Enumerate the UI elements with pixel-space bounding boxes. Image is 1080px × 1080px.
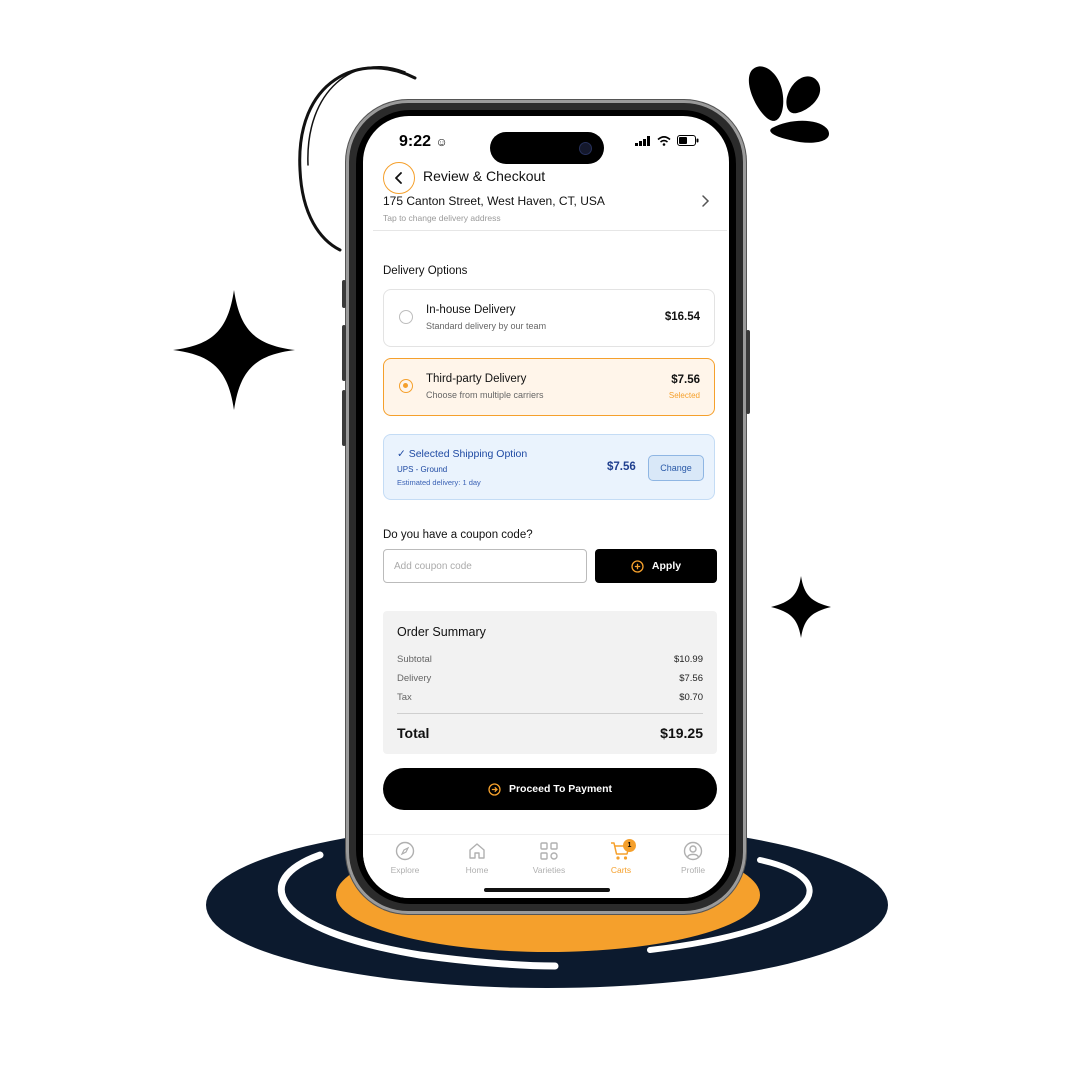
divider <box>397 713 703 714</box>
radio-button[interactable] <box>399 379 413 393</box>
proceed-to-payment-button[interactable]: Proceed To Payment <box>383 768 717 810</box>
total-label: Total <box>397 725 430 741</box>
coupon-input[interactable] <box>383 549 587 583</box>
row-value: $10.99 <box>673 654 703 665</box>
option-title: Third-party Delivery <box>426 373 527 385</box>
order-summary: Order Summary Subtotal $10.99 Delivery $… <box>383 611 717 754</box>
cart-badge: 1 <box>623 839 636 852</box>
chevron-left-icon <box>395 172 402 184</box>
delivery-address[interactable]: 175 Canton Street, West Haven, CT, USA <box>383 194 605 208</box>
radio-button[interactable] <box>399 310 413 324</box>
page-title: Review & Checkout <box>423 168 546 184</box>
side-button <box>342 325 346 381</box>
summary-title: Order Summary <box>397 625 486 639</box>
tab-varieties[interactable]: Varieties <box>519 841 579 875</box>
tab-home[interactable]: Home <box>447 841 507 875</box>
apply-label: Apply <box>651 560 682 572</box>
delivery-options-label: Delivery Options <box>383 265 468 277</box>
row-label: Subtotal <box>397 654 432 665</box>
plus-circle-icon <box>631 559 644 573</box>
selected-shipping-card: ✓ Selected Shipping Option UPS - Ground … <box>383 434 715 500</box>
option-price: $16.54 <box>664 311 700 323</box>
row-label: Delivery <box>397 673 432 684</box>
splash-icon <box>786 76 821 114</box>
tab-profile[interactable]: Profile <box>663 841 723 875</box>
cta-label: Proceed To Payment <box>508 783 613 795</box>
sparkle-icon <box>771 576 831 638</box>
phone-frame: 9:22 ☺ Review & Checkout 175 Canton Stre… <box>342 100 750 914</box>
total-value: $19.25 <box>660 725 703 741</box>
divider <box>373 230 727 231</box>
wifi-icon <box>657 135 671 146</box>
splash-icon <box>770 120 830 143</box>
option-subtitle: Standard delivery by our team <box>426 321 547 331</box>
summary-row-tax: Tax $0.70 <box>397 692 703 703</box>
camera-icon <box>579 142 592 155</box>
summary-row-delivery: Delivery $7.56 <box>397 673 703 684</box>
tab-label: Explore <box>390 865 420 875</box>
status-icons <box>635 135 699 146</box>
tab-explore[interactable]: Explore <box>375 841 435 875</box>
face-icon: ☺ <box>435 135 448 149</box>
option-subtitle: Choose from multiple carriers <box>426 390 544 400</box>
selected-label: Selected <box>668 391 700 400</box>
home-indicator <box>484 888 610 892</box>
tab-carts[interactable]: 1 Carts <box>591 839 651 875</box>
side-button <box>342 390 346 446</box>
summary-total: Total $19.25 <box>397 725 703 741</box>
tab-label: Carts <box>610 865 632 875</box>
back-button[interactable] <box>383 162 415 194</box>
battery-icon <box>677 135 699 146</box>
change-shipping-button[interactable]: Change <box>648 455 704 481</box>
row-label: Tax <box>397 692 412 703</box>
signal-icon <box>635 135 650 146</box>
shipping-title: ✓ Selected Shipping Option <box>397 448 528 460</box>
delivery-option-thirdparty[interactable]: Third-party Delivery Choose from multipl… <box>383 358 715 416</box>
coupon-label: Do you have a coupon code? <box>383 529 533 541</box>
tab-label: Varieties <box>532 865 566 875</box>
address-hint: Tap to change delivery address <box>383 213 501 223</box>
row-value: $7.56 <box>679 673 703 684</box>
compass-icon <box>395 841 415 861</box>
grid-icon <box>540 842 558 860</box>
chevron-right-icon[interactable] <box>701 194 711 208</box>
option-price: $7.56 <box>671 374 700 386</box>
shipping-price: $7.56 <box>607 461 636 473</box>
tab-label: Profile <box>680 865 706 875</box>
delivery-option-inhouse[interactable]: In-house Delivery Standard delivery by o… <box>383 289 715 347</box>
shipping-eta: Estimated delivery: 1 day <box>397 478 481 487</box>
side-button <box>342 280 346 308</box>
phone-screen: 9:22 ☺ Review & Checkout 175 Canton Stre… <box>363 116 729 898</box>
home-icon <box>469 843 485 859</box>
shipping-carrier: UPS - Ground <box>397 465 448 474</box>
tab-label: Home <box>465 865 489 875</box>
option-title: In-house Delivery <box>426 304 516 316</box>
summary-row-subtotal: Subtotal $10.99 <box>397 654 703 665</box>
splash-icon <box>748 66 784 121</box>
sparkle-icon <box>173 290 295 410</box>
row-value: $0.70 <box>679 692 703 703</box>
user-icon <box>683 841 703 861</box>
apply-coupon-button[interactable]: Apply <box>595 549 717 583</box>
dynamic-island <box>490 132 604 164</box>
side-button <box>746 330 750 414</box>
status-time: 9:22 ☺ <box>399 133 448 150</box>
arrow-right-circle-icon <box>488 782 501 796</box>
